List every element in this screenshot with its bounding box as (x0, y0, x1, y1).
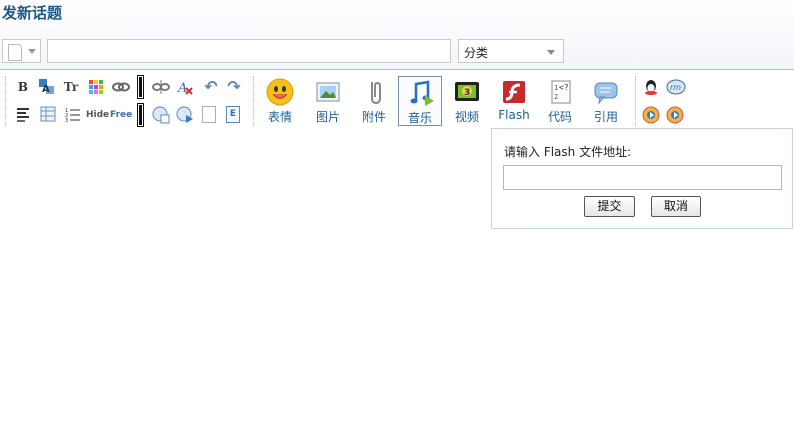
chevron-down-icon (28, 49, 36, 54)
smiley-icon (266, 78, 294, 106)
code-button-label: 代码 (547, 110, 572, 124)
text-color-icon[interactable]: A (38, 78, 56, 96)
image-button[interactable]: 图片 (306, 76, 350, 126)
hide-icon[interactable]: Hide (86, 107, 109, 123)
emoji-button-label: 表情 (267, 110, 292, 124)
quote-button[interactable]: 引用 (584, 76, 628, 126)
remove-format-icon[interactable]: A (176, 78, 194, 96)
rm-icon[interactable]: rm (666, 78, 686, 96)
toolbar-separator (138, 76, 143, 98)
quote-icon (592, 78, 620, 106)
attachment-icon (360, 78, 388, 106)
attachment-button[interactable]: 附件 (352, 76, 396, 126)
image-button-label: 图片 (315, 110, 340, 124)
font-size-icon[interactable]: Tr (62, 78, 80, 96)
flash-url-label: 请输入 Flash 文件地址: (504, 145, 632, 159)
index-icon[interactable]: E (226, 106, 240, 123)
unlink-icon[interactable] (152, 79, 170, 95)
svg-text:3: 3 (464, 88, 470, 98)
svg-text:2: 2 (554, 93, 558, 101)
svg-text:A: A (42, 84, 50, 95)
category-selected: 分类 (464, 46, 489, 60)
video-icon: 3 (453, 78, 481, 106)
flash-button[interactable]: Flash (492, 76, 536, 126)
insert-image-icon[interactable] (152, 106, 170, 124)
video-play-icon[interactable] (666, 106, 684, 124)
post-icon-select[interactable] (2, 39, 41, 63)
svg-text:<?: <? (559, 83, 569, 92)
svg-text:3: 3 (65, 118, 68, 122)
video-button-label: 视频 (454, 110, 479, 124)
music-icon (407, 79, 435, 107)
cancel-button[interactable]: 取消 (651, 196, 701, 217)
list-icon[interactable]: 123 (65, 106, 81, 124)
subject-input[interactable] (47, 39, 451, 63)
bold-icon[interactable]: B (14, 78, 32, 96)
qq-icon[interactable] (642, 78, 660, 96)
code-icon: 1 2 <? (546, 78, 574, 106)
free-icon[interactable]: Free (110, 107, 132, 123)
music-button-label: 音乐 (407, 111, 432, 125)
table-icon[interactable] (40, 106, 56, 122)
emoji-button[interactable]: 表情 (258, 76, 302, 126)
link-icon[interactable] (112, 79, 130, 95)
page-icon[interactable] (202, 106, 216, 123)
category-select[interactable]: 分类 (458, 39, 564, 63)
insert-media-icon[interactable] (176, 106, 194, 124)
flash-button-label: Flash (498, 108, 530, 122)
music-button[interactable]: 音乐 (398, 76, 442, 126)
document-icon (8, 44, 22, 61)
video-button[interactable]: 3 视频 (445, 76, 489, 126)
toolbar-separator (138, 104, 143, 126)
toolbar-grip (5, 76, 7, 126)
redo-icon[interactable]: ↷ (225, 78, 243, 96)
svg-text:1: 1 (554, 84, 558, 92)
audio-play-icon[interactable] (642, 106, 660, 124)
page-title: 发新话题 (2, 4, 63, 22)
flash-icon (500, 78, 528, 106)
submit-button[interactable]: 提交 (584, 196, 635, 217)
chevron-down-icon (547, 50, 555, 55)
flash-url-input[interactable] (503, 165, 782, 190)
toolbar-divider (635, 76, 637, 126)
quote-button-label: 引用 (593, 110, 618, 124)
undo-icon[interactable]: ↶ (202, 78, 220, 96)
attachment-button-label: 附件 (361, 110, 386, 124)
toolbar-divider (253, 76, 255, 126)
align-icon[interactable] (15, 106, 31, 122)
code-button[interactable]: 1 2 <? 代码 (538, 76, 582, 126)
picture-icon (314, 78, 342, 106)
editor-toolbar: B A Tr A ↶ ↷ 123 Hide Free E rm (0, 70, 794, 130)
svg-text:rm: rm (670, 83, 681, 92)
background-color-icon[interactable] (88, 79, 104, 95)
flash-url-popup: 请输入 Flash 文件地址: 提交 取消 (491, 128, 793, 229)
